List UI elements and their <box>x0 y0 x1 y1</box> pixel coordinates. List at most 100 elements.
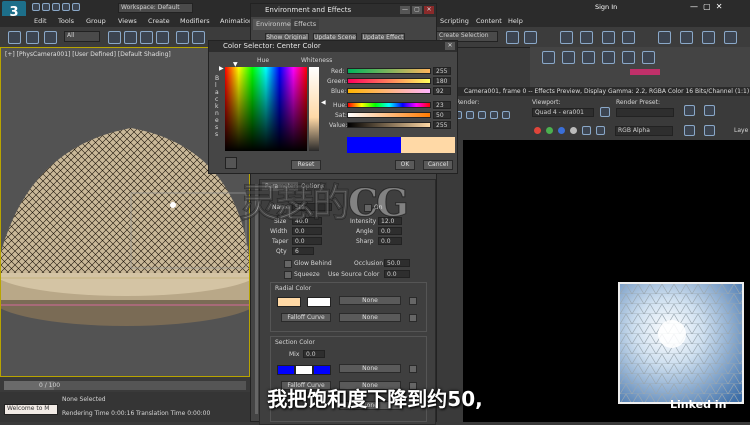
section-map-checkbox-1[interactable] <box>409 365 417 373</box>
reset-button[interactable]: Reset <box>291 160 321 170</box>
radial-map-checkbox-1[interactable] <box>409 297 417 305</box>
glow-behind-checkbox[interactable] <box>284 260 292 268</box>
object-color-swatch[interactable] <box>630 69 660 75</box>
lock-icon[interactable] <box>600 107 610 117</box>
red-slider[interactable] <box>347 68 431 74</box>
menu-create[interactable]: Create <box>148 17 170 25</box>
menu-edit[interactable]: Edit <box>34 17 47 25</box>
link-icon[interactable] <box>8 31 21 44</box>
menu-views[interactable]: Views <box>118 17 137 25</box>
workspace-dropdown[interactable]: Workspace: Default <box>118 3 193 13</box>
motion-panel-icon[interactable] <box>602 51 615 64</box>
eyedropper-icon[interactable] <box>225 157 237 169</box>
menu-help[interactable]: Help <box>508 17 523 25</box>
hue-field[interactable]: 23 <box>433 101 451 109</box>
minimize-icon[interactable]: — <box>400 6 410 14</box>
tab-effects[interactable]: Effects <box>291 19 320 30</box>
red-channel-toggle[interactable] <box>534 127 541 134</box>
sat-slider[interactable] <box>347 112 431 118</box>
new-file-icon[interactable] <box>32 3 40 11</box>
monochrome-icon[interactable] <box>582 126 591 135</box>
close-icon[interactable]: ✕ <box>424 6 434 14</box>
create-panel-icon[interactable] <box>542 51 555 64</box>
channel-dropdown[interactable]: RGB Alpha <box>615 126 673 136</box>
hierarchy-panel-icon[interactable] <box>582 51 595 64</box>
mix-field[interactable]: 0.0 <box>303 350 325 358</box>
hue-pointer-icon[interactable]: ▶ <box>219 65 224 72</box>
region-select-icon[interactable] <box>140 31 153 44</box>
curve-editor-icon[interactable] <box>560 31 573 44</box>
modify-panel-icon[interactable] <box>562 51 575 64</box>
section-color-swatch-2[interactable] <box>295 365 313 375</box>
alpha-channel-toggle[interactable] <box>570 127 577 134</box>
render-production-icon[interactable] <box>658 31 671 44</box>
menu-group[interactable]: Group <box>86 17 106 25</box>
render-setup-icon[interactable] <box>602 31 615 44</box>
radial-falloff-curve-button[interactable]: Falloff Curve <box>281 313 331 322</box>
color-selector-close-icon[interactable]: ✕ <box>445 42 455 50</box>
green-slider[interactable] <box>347 78 431 84</box>
section-color-swatch-3[interactable] <box>313 365 331 375</box>
radial-color-swatch-2[interactable] <box>307 297 331 307</box>
viewport-dropdown[interactable]: Quad 4 - era001 <box>532 108 594 117</box>
green-channel-toggle[interactable] <box>546 127 553 134</box>
render-activeshade-icon[interactable] <box>724 31 737 44</box>
whiteness-slider-arrow-icon[interactable]: ◀ <box>321 99 326 106</box>
redo-icon[interactable] <box>72 3 80 11</box>
display-panel-icon[interactable] <box>622 51 635 64</box>
unlink-icon[interactable] <box>26 31 39 44</box>
menu-modifiers[interactable]: Modifiers <box>180 17 210 25</box>
window-crossing-icon[interactable] <box>156 31 169 44</box>
print-image-icon[interactable] <box>490 111 498 119</box>
sharp-field[interactable]: 0.0 <box>378 237 402 245</box>
hue-slider[interactable] <box>347 102 431 108</box>
sat-field[interactable]: 50 <box>433 111 451 119</box>
radial-color-swatch-1[interactable] <box>277 297 301 307</box>
menu-content[interactable]: Content <box>476 17 502 25</box>
maximize-icon[interactable]: ▢ <box>412 6 422 14</box>
use-source-color-field[interactable]: 0.0 <box>384 270 410 278</box>
clone-frame-icon[interactable] <box>478 111 486 119</box>
toggle-overlays-icon[interactable] <box>704 125 715 136</box>
width-field[interactable]: 0.0 <box>292 227 322 235</box>
whiteness-slider[interactable] <box>309 67 319 151</box>
layer-icon[interactable] <box>524 31 537 44</box>
taper-field[interactable]: 0.0 <box>292 237 322 245</box>
green-field[interactable]: 180 <box>433 77 451 85</box>
menu-scripting[interactable]: Scripting <box>440 17 469 25</box>
value-slider[interactable] <box>347 122 431 128</box>
select-by-name-icon[interactable] <box>124 31 137 44</box>
rotate-icon[interactable] <box>192 31 205 44</box>
render-setup-button-icon[interactable] <box>684 105 695 116</box>
cancel-button[interactable]: Cancel <box>423 160 453 170</box>
section-none-button-1[interactable]: None <box>339 364 401 373</box>
select-icon[interactable] <box>108 31 121 44</box>
render-iterative-icon[interactable] <box>680 31 693 44</box>
rendered-frame-icon[interactable] <box>622 31 635 44</box>
save-icon[interactable] <box>52 3 60 11</box>
window-controls[interactable]: — ▢ ✕ <box>690 2 722 11</box>
radial-none-button-1[interactable]: None <box>339 296 401 305</box>
blue-slider[interactable] <box>347 88 431 94</box>
render-button-icon[interactable] <box>704 105 715 116</box>
utilities-panel-icon[interactable] <box>642 51 655 64</box>
undo-icon[interactable] <box>62 3 70 11</box>
toggle-ui-icon[interactable] <box>684 125 695 136</box>
red-field[interactable]: 255 <box>433 67 451 75</box>
value-field[interactable]: 255 <box>433 121 451 129</box>
blue-channel-toggle[interactable] <box>558 127 565 134</box>
menu-tools[interactable]: Tools <box>58 17 74 25</box>
copy-image-icon[interactable] <box>466 111 474 119</box>
sign-in-link[interactable]: Sign In <box>595 3 617 11</box>
material-editor-icon[interactable] <box>580 31 593 44</box>
blue-field[interactable]: 92 <box>433 87 451 95</box>
ok-button[interactable]: OK <box>395 160 415 170</box>
render-cloud-icon[interactable] <box>702 31 715 44</box>
qty-field[interactable]: 6 <box>292 247 314 255</box>
render-preset-dropdown[interactable] <box>616 108 674 117</box>
angle-field[interactable]: 0.0 <box>378 227 402 235</box>
bind-icon[interactable] <box>44 31 57 44</box>
occlusion-field[interactable]: 50.0 <box>384 259 410 267</box>
clear-icon[interactable] <box>502 111 510 119</box>
hue-blackness-picker[interactable] <box>225 67 307 151</box>
